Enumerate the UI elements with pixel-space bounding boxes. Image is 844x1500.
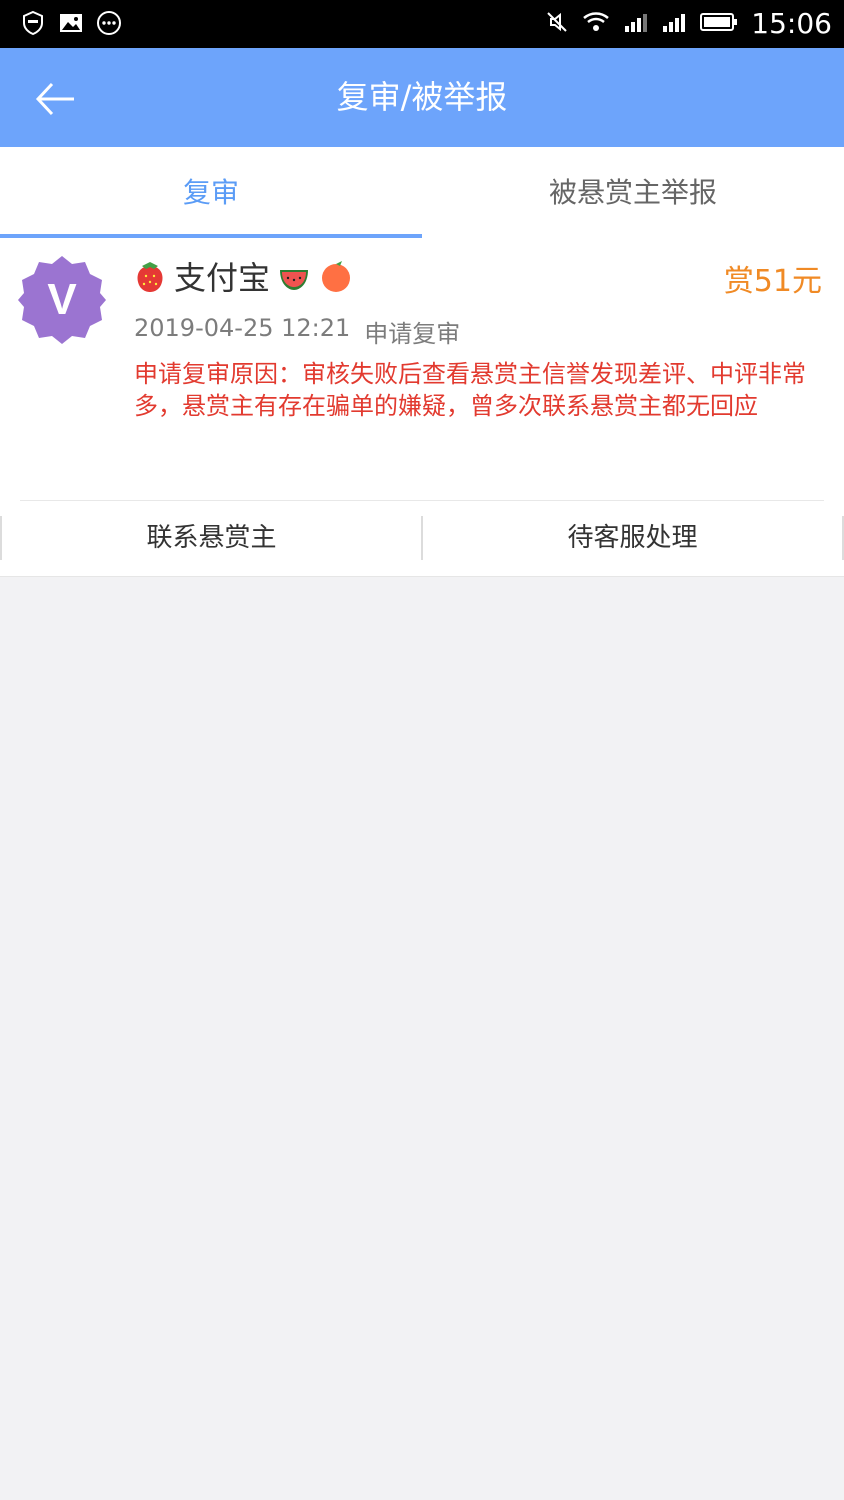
user-name: 支付宝 [174,259,271,297]
signal2-icon [661,10,687,38]
tab-reported[interactable]: 被悬赏主举报 [422,147,844,238]
reward-amount: 赏51元 [723,264,822,299]
wifi-icon [581,10,611,38]
mute-icon [545,10,569,38]
pending-service-button[interactable]: 待客服处理 [422,516,844,560]
tab-label-reported: 被悬赏主举报 [548,176,717,209]
tabs: 复审 被悬赏主举报 [0,147,844,238]
status-text: 申请复审 [364,320,461,348]
card-actions: 联系悬赏主 待客服处理 [0,516,844,560]
tab-label-review: 复审 [182,176,239,209]
orange-icon [318,258,354,294]
image-icon [58,10,84,40]
datetime: 2019-04-25 12:21 [134,314,351,342]
shield-icon [20,10,46,40]
signal-icon [623,10,649,38]
status-time: 15:06 [751,7,832,40]
review-reason: 申请复审原因：审核失败后查看悬赏主信誉发现差评、中评非常多，悬赏主有存在骗单的嫌… [134,360,806,420]
battery-icon [699,10,739,38]
more-icon [96,10,122,40]
strawberry-icon [132,258,168,294]
status-bar: 15:06 [0,0,844,48]
divider [20,500,824,501]
page-title: 复审/被举报 [336,78,508,116]
review-card: V 支付宝 赏51元 2019-04-25 12:21 申请复审 申请复审原因：… [0,238,844,577]
app-bar: 复审/被举报 [0,48,844,147]
tab-review[interactable]: 复审 [0,147,422,238]
user-title-row: 支付宝 [132,254,354,298]
meta-row: 2019-04-25 12:21 申请复审 [134,314,460,349]
contact-owner-button[interactable]: 联系悬赏主 [0,516,422,560]
watermelon-icon [276,258,312,294]
svg-text:V: V [47,275,77,324]
avatar: V [16,254,108,346]
